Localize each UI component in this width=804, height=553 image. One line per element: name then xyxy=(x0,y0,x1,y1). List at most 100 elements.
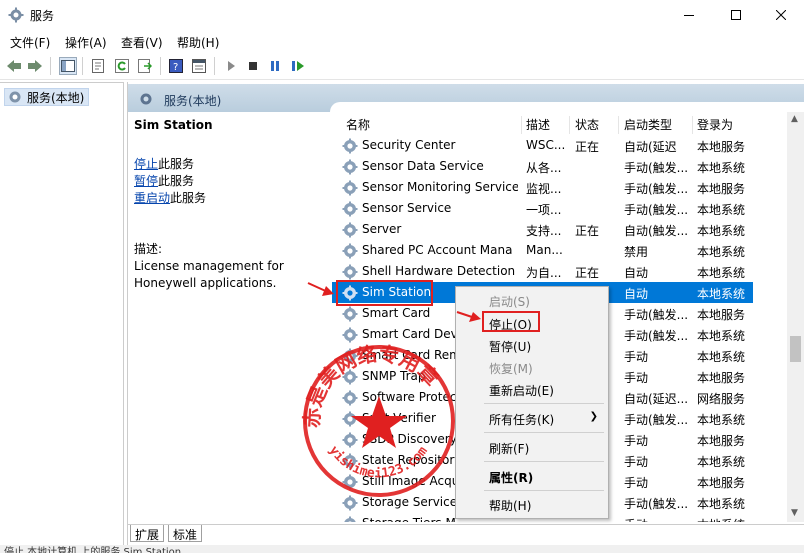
service-logon-as: 本地服务 xyxy=(697,308,746,322)
service-description: Man... xyxy=(526,243,563,257)
table-row[interactable]: Sensor Data Service 从各... 手动(触发... 本地系统 xyxy=(332,156,753,177)
menu-separator xyxy=(484,461,604,462)
show-tree-icon[interactable] xyxy=(59,57,77,75)
menu-item-resume[interactable]: 恢复(M) xyxy=(489,360,533,377)
table-row[interactable]: Shell Hardware Detection 为自... 正在 自动 本地系统 xyxy=(332,261,753,282)
services-gear-icon xyxy=(9,91,21,103)
service-startup-type: 手动 xyxy=(624,516,690,522)
service-startup-type: 手动(触发... xyxy=(624,308,689,322)
service-status: 正在 xyxy=(575,266,600,280)
service-logon-as: 本地系统 xyxy=(697,266,746,280)
scrollbar-thumb[interactable] xyxy=(790,336,801,362)
menu-action[interactable]: 操作(A) xyxy=(65,34,107,51)
table-row[interactable]: Sensor Monitoring Service 监视... 手动(触发... 本地… xyxy=(332,177,753,198)
properties-icon[interactable] xyxy=(89,57,107,75)
annotation-arrow-icon xyxy=(307,282,334,296)
service-description: 从各... xyxy=(526,161,562,175)
service-status: 正在 xyxy=(575,224,600,238)
menu-file[interactable]: 文件(F) xyxy=(10,34,50,51)
toolbar-separator xyxy=(82,57,83,75)
menu-item-properties[interactable]: 属性(R) xyxy=(489,469,533,486)
menu-item-pause[interactable]: 暂停(U) xyxy=(489,338,531,355)
menu-item-restart[interactable]: 重新启动(E) xyxy=(489,382,554,399)
service-gear-icon xyxy=(342,474,358,490)
forward-icon[interactable] xyxy=(26,57,44,75)
stop-service-action: 停止此服务 xyxy=(134,155,194,172)
menu-separator xyxy=(484,403,604,404)
submenu-arrow-icon: ❯ xyxy=(589,411,598,422)
selected-service-name: Sim Station xyxy=(134,118,213,132)
column-description[interactable]: 描述 xyxy=(522,116,570,134)
pause-service-icon[interactable] xyxy=(266,57,284,75)
minimize-icon xyxy=(684,15,694,16)
stop-service-link[interactable]: 停止 xyxy=(134,157,158,171)
service-name: Sensor Service xyxy=(362,201,452,215)
service-name: Sensor Monitoring Service xyxy=(362,180,518,194)
menu-item-help[interactable]: 帮助(H) xyxy=(489,497,531,514)
service-startup-type: 手动 xyxy=(624,371,649,385)
view-tabs: 扩展 标准 xyxy=(128,524,804,542)
header-divider xyxy=(330,102,804,112)
start-service-icon[interactable] xyxy=(222,57,240,75)
stop-service-icon[interactable] xyxy=(244,57,262,75)
tree-item-services-local[interactable]: 服务(本地) xyxy=(4,88,90,106)
title-bar: 服务 xyxy=(0,0,804,30)
maximize-button[interactable] xyxy=(713,0,759,30)
window-title: 服务 xyxy=(30,9,55,23)
service-startup-type: 自动(触发... xyxy=(624,224,689,238)
restart-service-action: 重启动此服务 xyxy=(134,189,206,206)
scroll-up-icon[interactable]: ▲ xyxy=(791,114,798,124)
menu-item-refresh[interactable]: 刷新(F) xyxy=(489,440,529,457)
minimize-button[interactable] xyxy=(666,0,712,30)
pause-service-link[interactable]: 暂停 xyxy=(134,174,158,188)
service-description: 一项... xyxy=(526,203,562,217)
console-icon[interactable] xyxy=(190,57,208,75)
service-gear-icon xyxy=(342,411,358,427)
restart-service-icon[interactable] xyxy=(289,57,307,75)
annotation-box-stop xyxy=(482,311,540,332)
refresh-icon[interactable] xyxy=(113,57,131,75)
service-logon-as: 本地系统 xyxy=(697,455,746,469)
service-description: 监视... xyxy=(526,182,562,196)
table-row[interactable]: Shared PC Account Mana Man... 禁用 本地系统 xyxy=(332,240,753,261)
table-row[interactable]: Security Center WSC... 正在 自动(延迟 本地服务 xyxy=(332,135,753,156)
menu-help[interactable]: 帮助(H) xyxy=(177,34,219,51)
service-logon-as: 本地服务 xyxy=(697,476,746,490)
restart-service-link[interactable]: 重启动 xyxy=(134,191,170,205)
table-row[interactable]: Server 支持... 正在 自动(触发... 本地系统 xyxy=(332,219,753,240)
service-startup-type: 手动(触发... xyxy=(624,182,689,196)
service-name: Shared PC Account Mana xyxy=(362,243,513,257)
vertical-scrollbar[interactable]: ▲ ▼ xyxy=(787,112,804,522)
tab-extended[interactable]: 扩展 xyxy=(130,525,165,542)
service-description: 支持... xyxy=(526,224,562,238)
help-icon[interactable]: ? xyxy=(167,57,185,75)
tab-standard[interactable]: 标准 xyxy=(168,525,203,542)
table-row[interactable]: Sensor Service 一项... 手动(触发... 本地系统 xyxy=(332,198,753,219)
service-startup-type: 手动 xyxy=(624,476,649,490)
column-name[interactable]: 名称 xyxy=(342,116,522,134)
action-suffix: 此服务 xyxy=(158,174,195,188)
service-logon-as: 网络服务 xyxy=(697,392,746,406)
menu-item-start[interactable]: 启动(S) xyxy=(489,293,530,310)
service-logon-as: 本地服务 xyxy=(697,140,746,154)
column-logon-as[interactable]: 登录为 xyxy=(693,116,753,134)
menu-item-all-tasks[interactable]: 所有任务(K) xyxy=(489,411,554,428)
close-button[interactable] xyxy=(758,0,804,30)
pane-header-title: 服务(本地) xyxy=(164,94,222,108)
service-gear-icon xyxy=(342,453,358,469)
menu-view[interactable]: 查看(V) xyxy=(121,34,163,51)
column-startup-type[interactable]: 启动类型 xyxy=(620,116,693,134)
status-text: 停止 本地计算机 上的服务 Sim Station xyxy=(4,547,182,553)
console-tree: 服务(本地) xyxy=(0,82,124,553)
status-bar: 停止 本地计算机 上的服务 Sim Station xyxy=(0,545,804,553)
service-startup-type: 自动 xyxy=(624,287,649,301)
service-logon-as: 本地系统 xyxy=(697,497,746,511)
column-status[interactable]: 状态 xyxy=(571,116,619,134)
scroll-down-icon[interactable]: ▼ xyxy=(791,508,798,518)
back-icon[interactable] xyxy=(5,57,23,75)
service-gear-icon xyxy=(342,432,358,448)
service-startup-type: 自动 xyxy=(624,266,649,280)
service-logon-as: 本地系统 xyxy=(697,245,746,259)
service-logon-as: 本地系统 xyxy=(697,413,746,427)
export-icon[interactable] xyxy=(136,57,154,75)
